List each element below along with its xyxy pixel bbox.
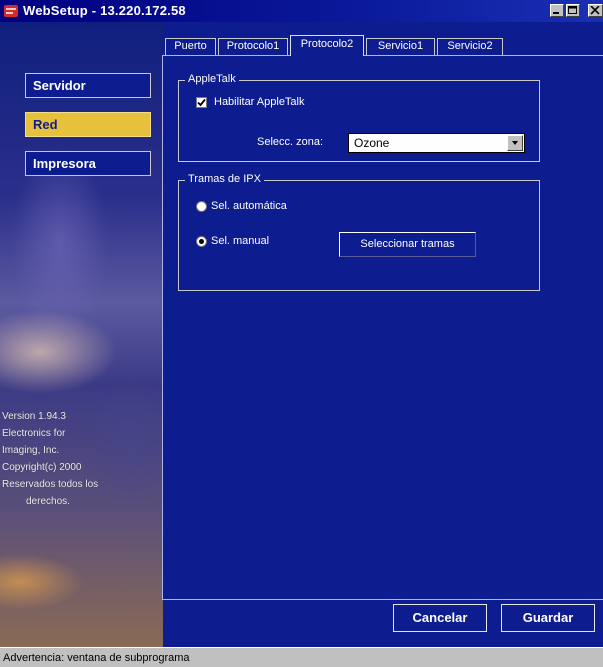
tab-servicio1[interactable]: Servicio1 xyxy=(366,38,435,55)
maximize-button[interactable] xyxy=(566,4,580,17)
close-button[interactable] xyxy=(588,4,603,17)
sidebar-item-impresora[interactable]: Impresora xyxy=(25,151,151,176)
ipx-group-title: Tramas de IPX xyxy=(185,173,264,185)
tab-protocolo1[interactable]: Protocolo1 xyxy=(218,38,288,55)
tab-label: Servicio1 xyxy=(377,40,424,52)
cancel-button[interactable]: Cancelar xyxy=(393,604,487,632)
tab-label: Servicio2 xyxy=(447,40,493,52)
appletalk-group-title: AppleTalk xyxy=(185,73,239,85)
app-icon xyxy=(3,3,19,19)
manual-select-label: Sel. manual xyxy=(211,235,270,247)
tab-protocolo2[interactable]: Protocolo2 xyxy=(290,35,364,56)
tab-label: Puerto xyxy=(174,40,207,52)
chevron-down-icon[interactable] xyxy=(507,135,523,151)
zone-select-value: Ozone xyxy=(354,136,390,150)
select-frames-button[interactable]: Seleccionar tramas xyxy=(339,232,476,257)
sidebar: Servidor Red Impresora Version 1.94.3 El… xyxy=(0,22,163,647)
minimize-button[interactable] xyxy=(550,4,564,17)
version-info: Version 1.94.3 Electronics for Imaging, … xyxy=(2,408,163,510)
sidebar-item-red[interactable]: Red xyxy=(25,112,151,137)
version-line: Copyright(c) 2000 xyxy=(2,462,82,473)
sidebar-item-servidor[interactable]: Servidor xyxy=(25,73,151,98)
version-line: derechos. xyxy=(26,496,70,507)
tab-label: Protocolo1 xyxy=(226,40,280,52)
sidebar-item-label: Servidor xyxy=(33,78,86,93)
radio-selected-dot xyxy=(199,239,204,244)
status-bar: Advertencia: ventana de subprograma xyxy=(0,647,603,667)
version-line: Electronics for xyxy=(2,428,66,439)
version-line: Version 1.94.3 xyxy=(2,411,66,422)
tab-servicio2[interactable]: Servicio2 xyxy=(437,38,503,55)
zone-select[interactable]: Ozone xyxy=(348,133,525,153)
tab-puerto[interactable]: Puerto xyxy=(165,38,216,55)
applet-window: WebSetup - 13.220.172.58 Servidor Red Im… xyxy=(0,0,603,667)
window-title: WebSetup - 13.220.172.58 xyxy=(23,3,186,18)
enable-appletalk-checkbox[interactable] xyxy=(196,97,207,108)
auto-select-label: Sel. automática xyxy=(211,200,287,212)
auto-select-radio[interactable] xyxy=(196,201,207,212)
save-button[interactable]: Guardar xyxy=(501,604,595,632)
manual-select-radio[interactable] xyxy=(196,236,207,247)
enable-appletalk-label: Habilitar AppleTalk xyxy=(214,96,305,108)
version-line: Imaging, Inc. xyxy=(2,445,60,456)
sidebar-item-label: Red xyxy=(33,117,58,132)
version-line: Reservados todos los xyxy=(2,479,99,490)
status-text: Advertencia: ventana de subprograma xyxy=(3,652,190,664)
title-bar[interactable]: WebSetup - 13.220.172.58 xyxy=(0,0,603,22)
zone-label: Selecc. zona: xyxy=(257,136,324,148)
sidebar-item-label: Impresora xyxy=(33,156,96,171)
tab-label: Protocolo2 xyxy=(300,38,354,50)
